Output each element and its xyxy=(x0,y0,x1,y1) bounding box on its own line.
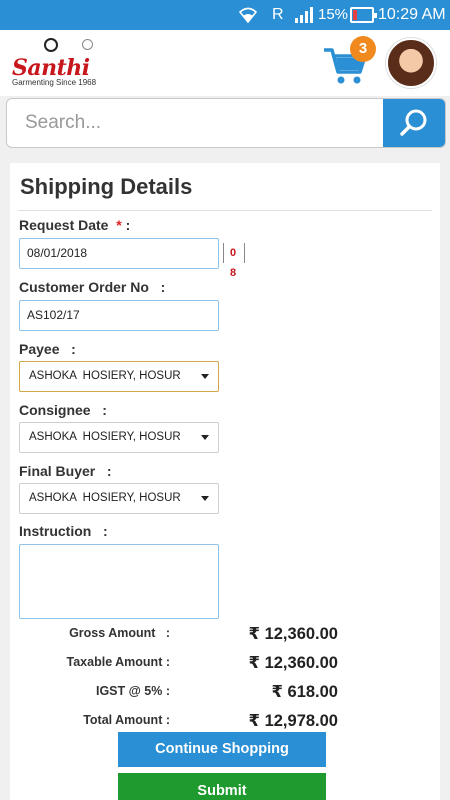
shipping-details-card: Shipping Details Request Date * : 08/01/… xyxy=(10,163,440,800)
search-icon xyxy=(400,109,427,136)
final-buyer-label: Final Buyer : xyxy=(19,463,112,479)
instruction-label: Instruction : xyxy=(19,523,108,539)
signal-icon xyxy=(295,7,313,23)
instruction-textarea[interactable] xyxy=(19,544,219,619)
required-mark: * xyxy=(116,217,122,233)
request-date-field[interactable]: 08/01/2018 xyxy=(19,238,219,269)
consignee-label: Consignee : xyxy=(19,402,107,418)
taxable-amount-value: ₹ 12,360.00 xyxy=(248,654,338,672)
divider xyxy=(18,210,432,211)
calendar-icon[interactable]: 0 8 xyxy=(223,243,245,279)
search-bar xyxy=(6,98,446,148)
brand-logo[interactable]: Santhi Garmenting Since 1968 xyxy=(10,36,110,90)
customer-order-label: Customer Order No : xyxy=(19,279,166,295)
gross-amount-label: Gross Amount : xyxy=(69,626,170,640)
customer-order-field[interactable]: AS102/17 xyxy=(19,300,219,331)
wifi-icon xyxy=(238,7,258,24)
page-title: Shipping Details xyxy=(20,174,193,199)
taxable-amount-label: Taxable Amount : xyxy=(66,655,170,669)
final-buyer-select[interactable]: ASHOKA HOSIERY, HOSUR xyxy=(19,483,219,514)
request-date-label: Request Date * : xyxy=(19,217,131,233)
total-amount-value: ₹ 12,978.00 xyxy=(248,712,338,730)
search-button[interactable] xyxy=(383,99,445,147)
igst-value: ₹ 618.00 xyxy=(271,683,338,701)
submit-button[interactable]: Submit xyxy=(118,773,326,800)
payee-selected-value: ASHOKA HOSIERY, HOSUR xyxy=(29,370,181,382)
gross-amount-value: ₹ 12,360.00 xyxy=(248,625,338,643)
emblem-icon xyxy=(44,38,58,52)
payee-select[interactable]: ASHOKA HOSIERY, HOSUR xyxy=(19,361,219,392)
seal-icon xyxy=(82,39,93,50)
chevron-down-icon xyxy=(201,435,209,440)
igst-label: IGST @ 5% : xyxy=(95,684,170,698)
cart-count-badge[interactable]: 3 xyxy=(350,36,376,62)
search-input[interactable] xyxy=(7,99,385,147)
continue-shopping-button[interactable]: Continue Shopping xyxy=(118,732,326,767)
consignee-select[interactable]: ASHOKA HOSIERY, HOSUR xyxy=(19,422,219,453)
status-bar: R 15% 10:29 AM xyxy=(0,0,450,30)
total-amount-label: Total Amount : xyxy=(83,713,170,727)
carrier-indicator: R xyxy=(272,6,284,23)
payee-label: Payee : xyxy=(19,341,76,357)
battery-icon xyxy=(350,7,377,23)
chevron-down-icon xyxy=(201,496,209,501)
user-avatar[interactable] xyxy=(386,38,436,88)
chevron-down-icon xyxy=(201,374,209,379)
consignee-selected-value: ASHOKA HOSIERY, HOSUR xyxy=(29,431,181,443)
app-header: Santhi Garmenting Since 1968 xyxy=(0,30,450,96)
clock: 10:29 AM xyxy=(378,6,446,23)
battery-percent: 15% xyxy=(318,6,349,23)
brand-tagline: Garmenting Since 1968 xyxy=(12,78,97,87)
final-buyer-selected-value: ASHOKA HOSIERY, HOSUR xyxy=(29,492,181,504)
